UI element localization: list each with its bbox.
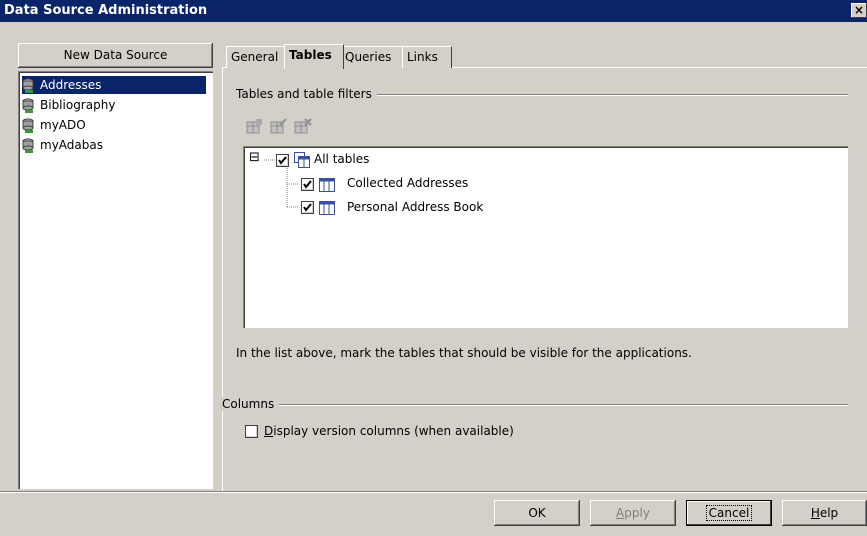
- database-icon: [22, 138, 34, 153]
- tab-tables[interactable]: Tables: [284, 44, 344, 69]
- close-icon: ×: [853, 3, 865, 17]
- help-label: elp: [819, 506, 839, 520]
- columns-group-line: [222, 404, 848, 406]
- table-icon: [319, 178, 335, 192]
- close-button[interactable]: ×: [851, 3, 867, 18]
- new-data-source-label: New Data Source: [63, 48, 168, 62]
- ok-button[interactable]: OK: [494, 500, 580, 526]
- help-button[interactable]: Help: [782, 500, 867, 526]
- data-source-item-myadabas[interactable]: myAdabas: [22, 136, 107, 154]
- collected-addresses-label[interactable]: Collected Addresses: [347, 176, 468, 190]
- tab-label: Tables: [289, 48, 332, 62]
- tree-connector-lines: [264, 159, 299, 208]
- database-icon: [22, 118, 34, 133]
- new-data-source-button[interactable]: New Data Source: [18, 43, 213, 68]
- footer-separator: [0, 491, 867, 493]
- window-title: Data Source Administration: [4, 3, 208, 18]
- mnemonic-letter: D: [264, 424, 274, 438]
- tab-label: Queries: [345, 50, 392, 64]
- new-filter-icon[interactable]: [246, 118, 264, 134]
- all-tables-label[interactable]: All tables: [314, 152, 369, 166]
- database-icon: [22, 78, 34, 93]
- tables-hint-text: In the list above, mark the tables that …: [236, 346, 692, 360]
- data-source-item-addresses[interactable]: Addresses: [22, 76, 206, 94]
- tab-label: General: [231, 50, 279, 64]
- ok-label: OK: [528, 506, 546, 520]
- data-source-label: myAdabas: [40, 138, 103, 152]
- data-source-list[interactable]: Addresses Bibliography myADO myAdabas: [18, 71, 213, 489]
- collected-addresses-checkbox[interactable]: [301, 178, 314, 191]
- edit-filter-icon[interactable]: [270, 118, 288, 134]
- tab-queries[interactable]: Queries: [340, 46, 406, 68]
- tables-tree[interactable]: ⊟ All tables Collected Addresses Persona…: [243, 146, 848, 328]
- title-bar: Data Source Administration ×: [0, 0, 867, 22]
- apply-label: pply: [624, 506, 650, 520]
- tab-label: Links: [407, 50, 438, 64]
- personal-address-book-label[interactable]: Personal Address Book: [347, 200, 483, 214]
- display-version-columns-checkbox[interactable]: [245, 425, 258, 438]
- all-tables-icon: [294, 152, 310, 168]
- data-source-label: Bibliography: [40, 98, 116, 112]
- checkbox-label-text: isplay version columns (when available): [273, 424, 514, 438]
- display-version-columns-label[interactable]: Display version columns (when available): [264, 424, 514, 438]
- data-source-item-myado[interactable]: myADO: [22, 116, 90, 134]
- tab-general[interactable]: General: [226, 46, 288, 68]
- tab-links[interactable]: Links: [402, 46, 452, 68]
- all-tables-checkbox[interactable]: [276, 154, 289, 167]
- delete-filter-icon[interactable]: [294, 118, 312, 134]
- data-source-item-bibliography[interactable]: Bibliography: [22, 96, 119, 114]
- checkmark-icon: [278, 156, 287, 165]
- checkmark-icon: [303, 180, 312, 189]
- tables-group-label: Tables and table filters: [236, 87, 377, 101]
- table-icon: [319, 201, 335, 215]
- collapse-icon[interactable]: ⊟: [249, 150, 260, 165]
- checkmark-icon: [303, 203, 312, 212]
- database-icon: [22, 98, 34, 113]
- columns-group-label: Columns: [222, 397, 280, 411]
- data-source-label: Addresses: [40, 78, 102, 92]
- personal-address-book-checkbox[interactable]: [301, 201, 314, 214]
- mnemonic-letter: H: [810, 506, 820, 520]
- apply-button[interactable]: Apply: [590, 500, 676, 526]
- data-source-label: myADO: [40, 118, 86, 132]
- cancel-label: Cancel: [705, 505, 753, 521]
- cancel-button[interactable]: Cancel: [686, 500, 772, 526]
